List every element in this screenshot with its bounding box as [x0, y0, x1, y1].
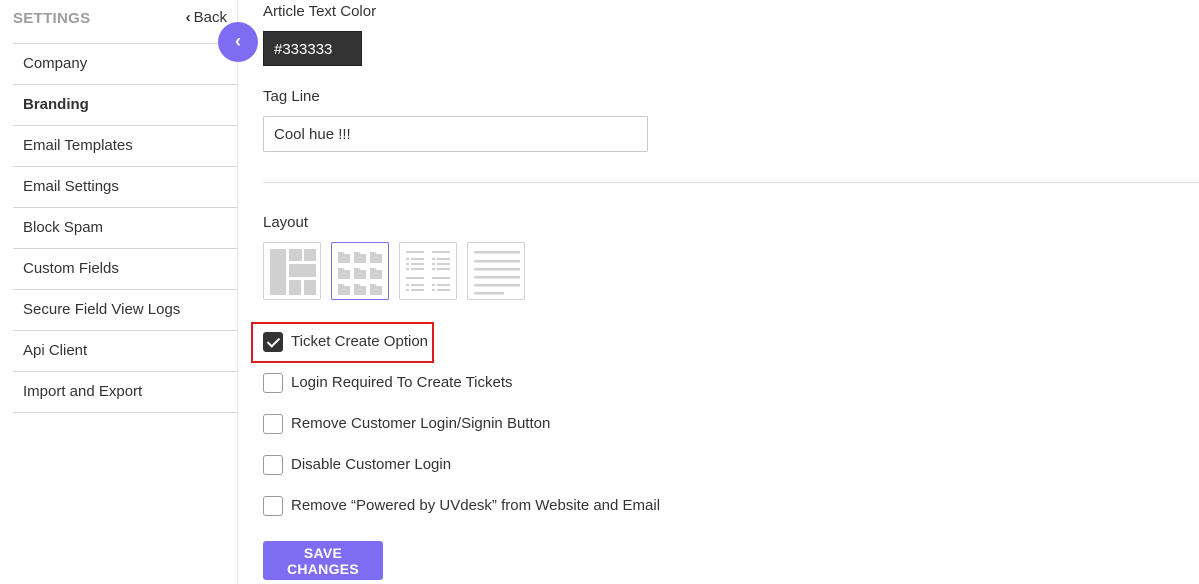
sidebar-item-custom-fields[interactable]: Custom Fields [13, 249, 237, 290]
sidebar-item-email-templates[interactable]: Email Templates [13, 126, 237, 167]
sidebar-item-import-export[interactable]: Import and Export [13, 372, 237, 413]
masonry-layout-icon [270, 249, 316, 295]
settings-nav: Company Branding Email Templates Email S… [13, 44, 237, 413]
sidebar-item-company[interactable]: Company [13, 44, 237, 85]
folder-grid-layout-icon [338, 252, 382, 295]
layout-option-folder-grid[interactable] [331, 242, 389, 300]
article-text-color-label: Article Text Color [263, 3, 377, 20]
sidebar-header: SETTINGS ‹ Back [13, 0, 237, 44]
chevron-left-icon: ‹ [185, 9, 191, 26]
sidebar-item-secure-field-view-logs[interactable]: Secure Field View Logs [13, 290, 237, 331]
lines-layout-icon [474, 251, 520, 295]
chevron-left-icon: ‹ [235, 31, 241, 51]
tag-line-label: Tag Line [263, 88, 320, 105]
sidebar-item-block-spam[interactable]: Block Spam [13, 208, 237, 249]
back-label: Back [193, 9, 227, 26]
remove-powered-by-checkbox[interactable] [263, 496, 283, 516]
remove-login-button-checkbox[interactable] [263, 414, 283, 434]
disable-customer-login-label: Disable Customer Login [291, 456, 452, 473]
list-columns-layout-icon [406, 251, 450, 291]
login-required-checkbox[interactable] [263, 373, 283, 393]
back-link[interactable]: ‹ Back [186, 9, 227, 26]
settings-title: SETTINGS [13, 10, 91, 27]
ticket-create-option-label: Ticket Create Option [291, 333, 428, 350]
layout-option-lines[interactable] [467, 242, 525, 300]
section-divider [263, 182, 1199, 183]
disable-customer-login-checkbox[interactable] [263, 455, 283, 475]
remove-powered-by-label: Remove “Powered by UVdesk” from Website … [291, 497, 661, 514]
tag-line-input[interactable] [263, 116, 648, 152]
settings-sidebar: SETTINGS ‹ Back Company Branding Email Te… [0, 0, 238, 584]
layout-label: Layout [263, 214, 309, 231]
login-required-label: Login Required To Create Tickets [291, 374, 513, 391]
sidebar-collapse-button[interactable]: ‹ [218, 22, 258, 62]
article-text-color-picker[interactable]: #333333 [263, 31, 362, 66]
layout-option-masonry[interactable] [263, 242, 321, 300]
ticket-create-option-checkbox[interactable] [263, 332, 283, 352]
sidebar-item-branding[interactable]: Branding [13, 85, 237, 126]
sidebar-item-email-settings[interactable]: Email Settings [13, 167, 237, 208]
layout-option-list-columns[interactable] [399, 242, 457, 300]
sidebar-item-api-client[interactable]: Api Client [13, 331, 237, 372]
remove-login-button-label: Remove Customer Login/Signin Button [291, 415, 551, 432]
save-changes-button[interactable]: SAVE CHANGES [263, 541, 383, 580]
